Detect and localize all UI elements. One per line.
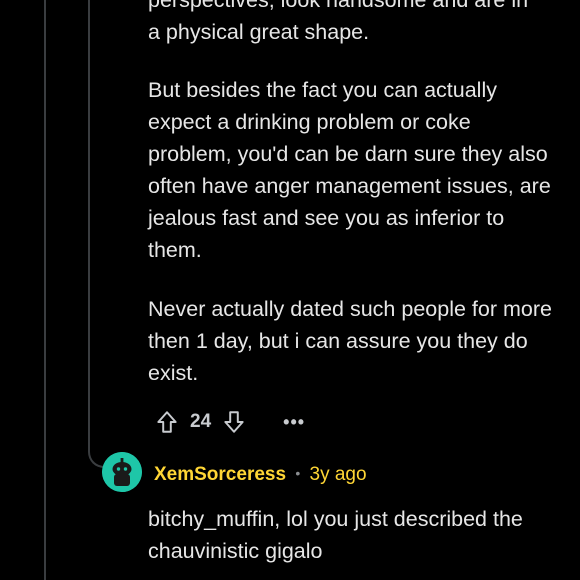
reply-text: bitchy_muffin, lol you just described th… xyxy=(148,507,523,563)
comment-line: a physical great shape. xyxy=(148,20,370,44)
avatar[interactable] xyxy=(102,452,142,492)
meta-separator: • xyxy=(295,465,301,481)
comment-line-partial: perspectives, look handsome and are in xyxy=(148,0,529,12)
downvote-button[interactable] xyxy=(221,409,247,435)
arrow-up-outline-icon xyxy=(157,411,177,433)
reply-author[interactable]: XemSorceress xyxy=(154,464,286,485)
vote-score: 24 xyxy=(190,411,212,432)
comment-actions: 24 ••• xyxy=(154,405,305,439)
comment-text: But besides the fact you can actually ex… xyxy=(148,78,551,262)
thread-line-outer[interactable] xyxy=(44,0,46,580)
comment-paragraph: But besides the fact you can actually ex… xyxy=(148,74,558,266)
reply-body: bitchy_muffin, lol you just described th… xyxy=(148,503,558,567)
reply-timestamp: 3y ago xyxy=(309,464,367,485)
more-options-button[interactable]: ••• xyxy=(283,412,305,433)
comment-paragraph: Never actually dated such people for mor… xyxy=(148,293,558,389)
thread-connector xyxy=(88,420,106,468)
snoo-avatar-icon xyxy=(102,452,142,492)
thread-line-inner[interactable] xyxy=(88,0,90,440)
reply-meta: XemSorceress • 3y ago xyxy=(154,459,367,489)
comment-text: Never actually dated such people for mor… xyxy=(148,297,552,385)
upvote-button[interactable] xyxy=(154,409,180,435)
arrow-down-outline-icon xyxy=(224,411,244,433)
comment-paragraph: perspectives, look handsome and are in a… xyxy=(148,0,558,48)
